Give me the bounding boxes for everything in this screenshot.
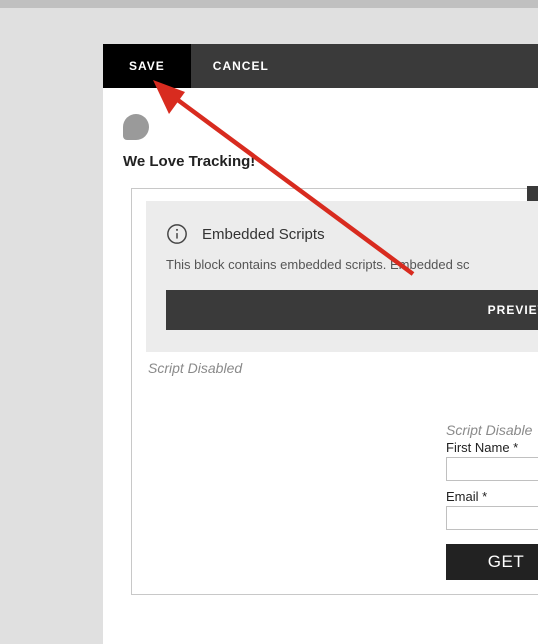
quote-icon (123, 114, 149, 140)
embedded-info-panel: Embedded Scripts This block contains emb… (146, 201, 538, 352)
form-area: Script Disable First Name * Email * GET (446, 422, 538, 580)
block-title: We Love Tracking! (123, 153, 538, 170)
preview-button[interactable]: PREVIEW (166, 290, 538, 330)
info-row: Embedded Scripts (166, 223, 538, 245)
email-field[interactable] (446, 506, 538, 530)
embed-box: Code Embedded Scripts This block contai (131, 188, 538, 595)
email-label: Email * (446, 489, 538, 504)
script-disabled-label: Script Disabled (148, 360, 538, 376)
embedded-description: This block contains embedded scripts. Em… (166, 257, 538, 272)
top-strip (0, 0, 538, 8)
save-button[interactable]: SAVE (103, 44, 191, 88)
page-background: SAVE CANCEL Editing We Love Tracking! Co… (0, 8, 538, 644)
editor-toolbar: SAVE CANCEL Editing (103, 44, 538, 88)
first-name-label: First Name * (446, 440, 538, 455)
info-icon (166, 223, 188, 245)
embedded-heading: Embedded Scripts (202, 226, 325, 243)
content-area: We Love Tracking! Code Embedded Scripts (103, 88, 538, 595)
form-script-disabled: Script Disable (446, 422, 538, 438)
main-panel: SAVE CANCEL Editing We Love Tracking! Co… (103, 44, 538, 644)
cancel-button[interactable]: CANCEL (191, 44, 291, 88)
first-name-field[interactable] (446, 457, 538, 481)
get-button[interactable]: GET (446, 544, 538, 580)
